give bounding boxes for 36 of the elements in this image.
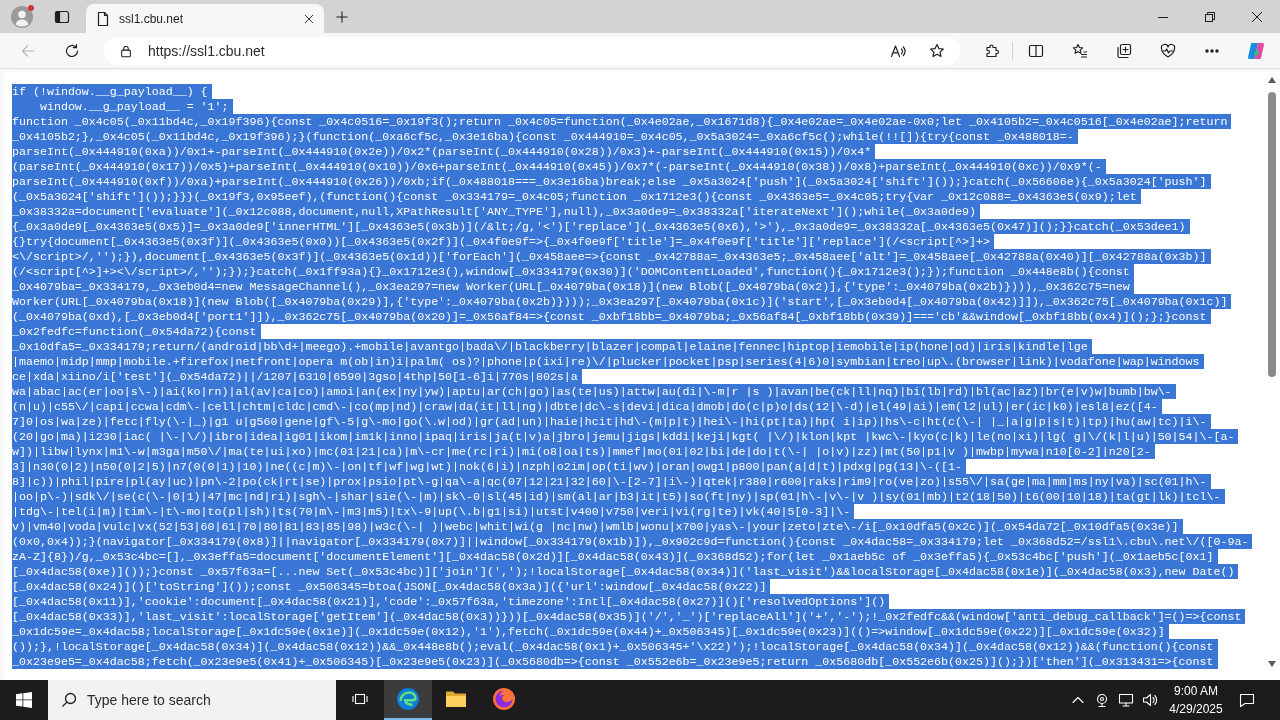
crescent-app-icon [492, 687, 516, 711]
close-icon[interactable] [1251, 11, 1262, 22]
ribbon-logo-icon[interactable] [1246, 40, 1266, 61]
notification-icon[interactable] [1239, 692, 1255, 708]
search-icon [61, 692, 77, 708]
volume-icon[interactable] [1142, 692, 1158, 708]
puzzle-icon[interactable] [984, 42, 1000, 59]
plus-icon[interactable] [335, 9, 349, 24]
restore-icon[interactable] [1204, 11, 1215, 22]
close-icon[interactable] [303, 12, 315, 25]
star-icon[interactable] [929, 42, 945, 59]
heart-pulse-icon[interactable] [1160, 42, 1176, 59]
collections-icon[interactable] [1116, 42, 1132, 59]
browser-tab[interactable]: ssl1.cbu.net [86, 4, 324, 33]
page-icon [95, 10, 111, 27]
favorites-icon[interactable] [1072, 42, 1088, 59]
scroll-down-icon[interactable] [1268, 661, 1276, 667]
split-screen-icon[interactable] [1028, 42, 1044, 59]
scroll-up-icon[interactable] [1268, 77, 1276, 83]
profile-icon[interactable] [11, 5, 33, 28]
swirl-app-icon [396, 687, 420, 711]
search-field[interactable]: Type here to search [48, 680, 336, 720]
refresh-icon[interactable] [64, 42, 80, 59]
network-icon[interactable] [1118, 692, 1134, 708]
lock-icon[interactable] [119, 43, 133, 58]
taskbar-button[interactable] [384, 680, 432, 720]
address-field[interactable]: https://ssl1.cbu.net [104, 36, 960, 65]
task-view-icon [352, 691, 368, 707]
read-aloud-icon[interactable] [890, 42, 906, 59]
camera-icon[interactable] [1094, 692, 1110, 708]
clock-time: 9:00 AM [1174, 683, 1218, 700]
notification-dot-icon [28, 4, 34, 11]
panel-icon[interactable] [54, 8, 70, 25]
scrollbar-thumb[interactable] [1268, 92, 1276, 377]
clock-date: 4/29/2025 [1169, 701, 1223, 718]
windows-logo-icon[interactable] [16, 692, 32, 708]
